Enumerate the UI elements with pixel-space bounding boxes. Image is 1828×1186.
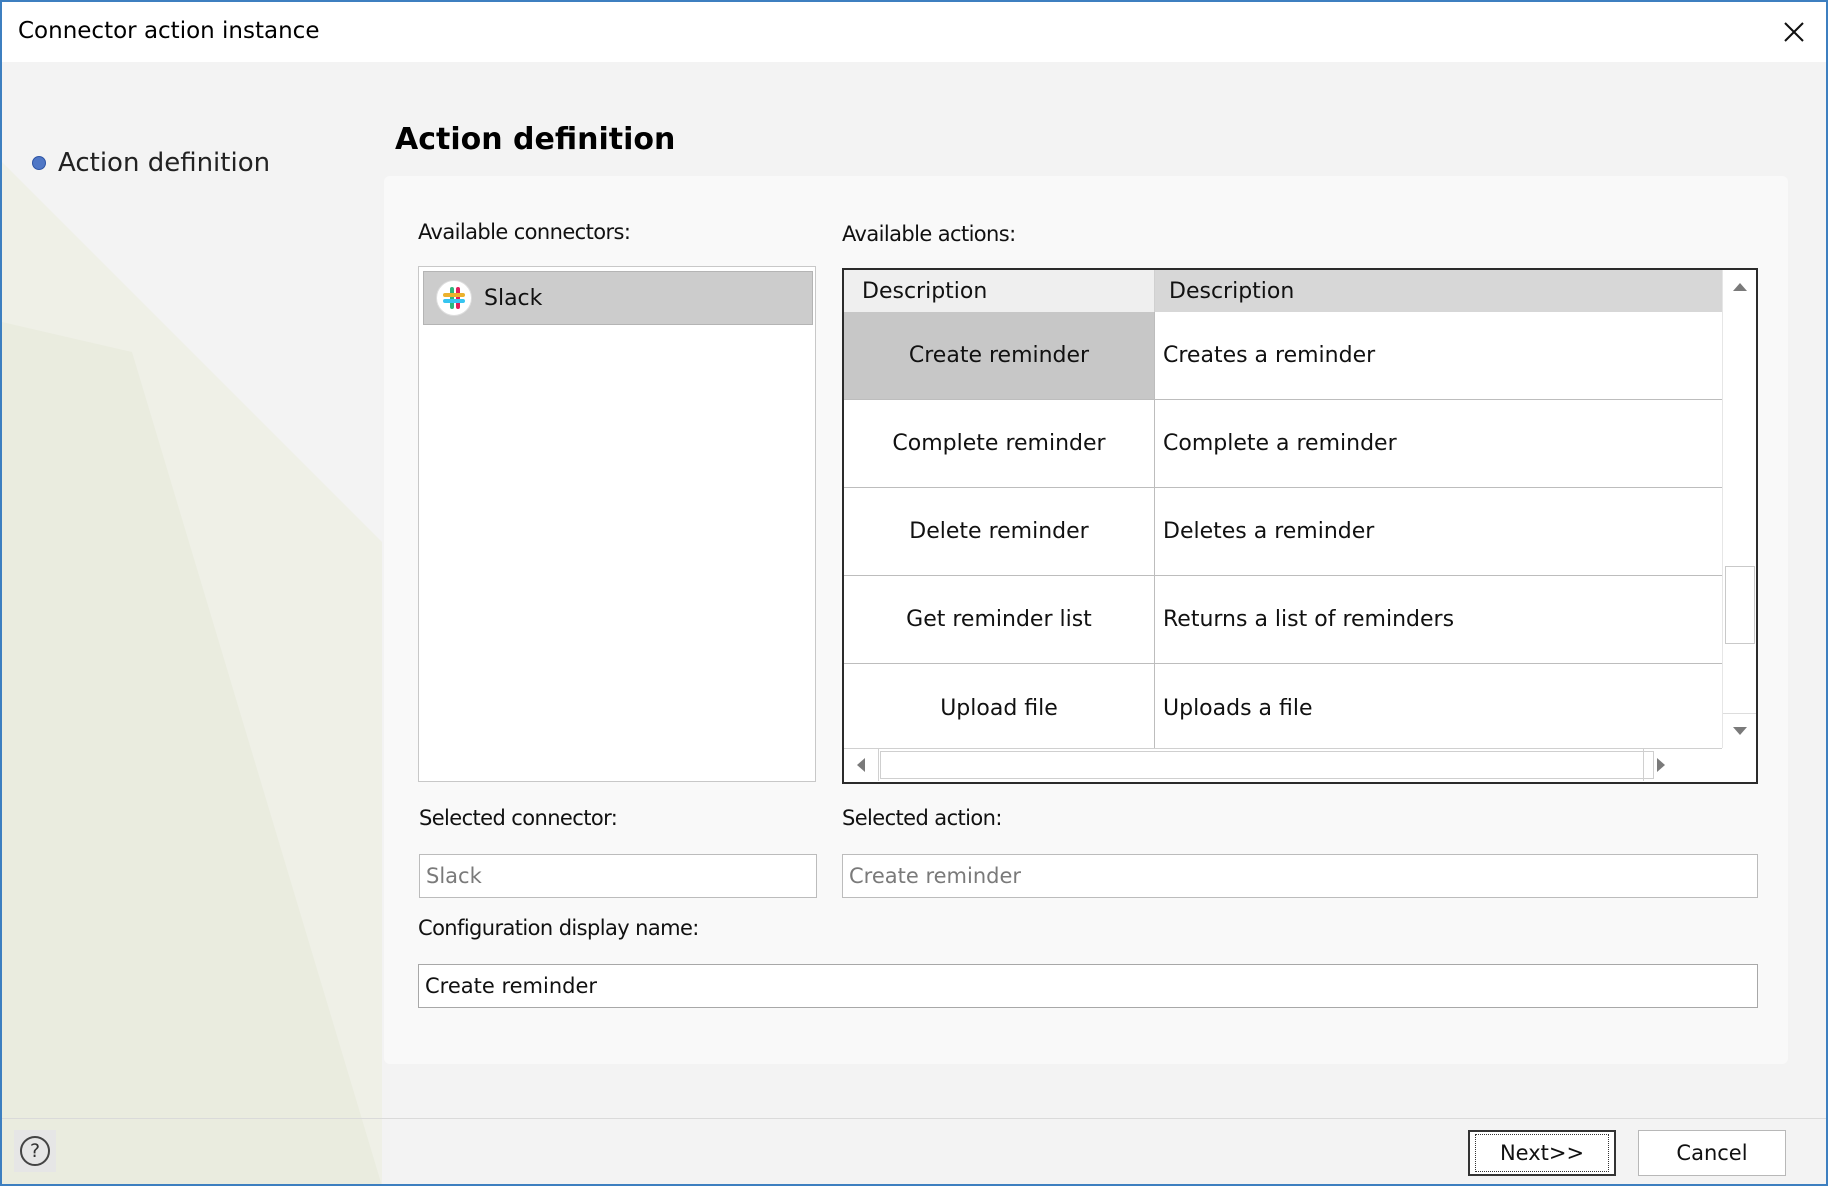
vertical-scroll-thumb[interactable] (1725, 566, 1755, 644)
help-icon: ? (20, 1136, 50, 1166)
action-description-cell: Creates a reminder (1163, 343, 1376, 368)
triangle-left-icon (857, 758, 865, 772)
close-icon (1784, 22, 1804, 42)
action-name-cell: Get reminder list (844, 576, 1155, 663)
actions-grid[interactable]: Description Description Create reminder … (842, 268, 1758, 784)
footer-divider (2, 1118, 1826, 1119)
selected-action-field: Create reminder (842, 854, 1758, 898)
horizontal-scroll-thumb[interactable] (880, 751, 1654, 779)
next-button-label: Next>> (1474, 1134, 1610, 1172)
table-row[interactable]: Create reminder Creates a reminder (844, 312, 1724, 400)
action-description-cell: Complete a reminder (1163, 431, 1397, 456)
selected-connector-label: Selected connector: (419, 806, 618, 830)
triangle-up-icon (1733, 283, 1747, 291)
vertical-scrollbar[interactable] (1722, 270, 1756, 748)
available-actions-label: Available actions: (842, 222, 1016, 246)
cancel-button-label: Cancel (1676, 1141, 1748, 1165)
slack-icon (436, 280, 472, 316)
table-row[interactable]: Delete reminder Deletes a reminder (844, 488, 1724, 576)
table-row[interactable]: Upload file Uploads a file (844, 664, 1724, 752)
available-connectors-label: Available connectors: (418, 220, 631, 244)
bullet-icon (32, 156, 46, 170)
action-name-cell: Upload file (844, 664, 1155, 752)
scroll-up-button[interactable] (1723, 270, 1756, 304)
table-row[interactable]: Get reminder list Returns a list of remi… (844, 576, 1724, 664)
scroll-down-button[interactable] (1723, 713, 1756, 748)
cancel-button[interactable]: Cancel (1638, 1130, 1786, 1176)
selected-connector-field: Slack (419, 854, 817, 898)
grid-header: Description Description (844, 270, 1724, 312)
scroll-left-button[interactable] (844, 749, 879, 781)
table-row[interactable]: Complete reminder Complete a reminder (844, 400, 1724, 488)
action-name-cell: Create reminder (844, 312, 1155, 399)
scroll-right-button[interactable] (1643, 749, 1678, 781)
title-bar: Connector action instance (2, 2, 1826, 62)
next-button[interactable]: Next>> (1468, 1130, 1616, 1176)
action-name-cell: Delete reminder (844, 488, 1155, 575)
nav-item-label: Action definition (58, 148, 271, 178)
nav-item-action-definition[interactable]: Action definition (32, 148, 270, 178)
close-button[interactable] (1772, 10, 1816, 54)
selected-action-label: Selected action: (842, 806, 1002, 830)
action-description-cell: Returns a list of reminders (1163, 607, 1455, 632)
action-description-cell: Deletes a reminder (1163, 519, 1375, 544)
triangle-right-icon (1657, 758, 1665, 772)
page-heading: Action definition (395, 122, 676, 157)
config-display-name-label: Configuration display name: (418, 916, 699, 940)
triangle-down-icon (1733, 727, 1747, 735)
connectors-list[interactable]: Slack (418, 266, 816, 782)
column-header-description[interactable]: Description (1155, 270, 1724, 312)
dialog-window: Connector action instance Action definit… (0, 0, 1828, 1186)
connector-item-slack[interactable]: Slack (423, 271, 813, 325)
help-button[interactable]: ? (14, 1130, 56, 1172)
window-title: Connector action instance (18, 18, 320, 44)
horizontal-scrollbar[interactable] (844, 748, 1722, 782)
column-header-name[interactable]: Description (844, 270, 1155, 312)
action-name-cell: Complete reminder (844, 400, 1155, 487)
action-description-cell: Uploads a file (1163, 695, 1313, 721)
connector-name: Slack (484, 285, 543, 311)
config-display-name-input[interactable]: Create reminder (418, 964, 1758, 1008)
